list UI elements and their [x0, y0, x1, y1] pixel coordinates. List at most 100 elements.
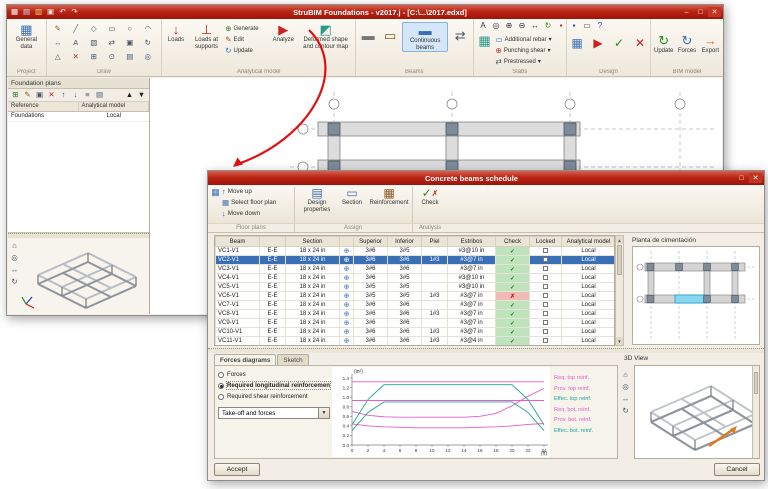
check-button[interactable]: ✓ ✗ Check — [416, 187, 444, 207]
sort-down-icon[interactable]: ▼ — [136, 90, 147, 101]
locked-checkbox[interactable] — [543, 248, 548, 253]
section-detail-icon[interactable]: ⊕ — [340, 283, 354, 292]
bim-forces-button[interactable]: ↻ Forces — [676, 33, 697, 55]
beam-row[interactable]: VC3-V1E-E18 x 24 in⊕3#63#6#3@7 in✓Local — [216, 265, 616, 274]
design-properties-button[interactable]: ▤ Design properties — [300, 187, 334, 213]
section-detail-icon[interactable]: ⊕ — [340, 265, 354, 274]
edit-plan-icon[interactable]: ✎ — [22, 90, 33, 101]
beams-col-header[interactable]: Analytical model — [562, 237, 616, 247]
snap-icon[interactable]: ⊙ — [106, 52, 117, 63]
window-tool-icon[interactable]: ▭ — [581, 21, 593, 32]
section-detail-icon[interactable]: ⊕ — [340, 247, 354, 256]
radio-required-longitudinal-reinforcement[interactable]: Required longitudinal reinforcement — [218, 380, 330, 391]
beams-col-header[interactable]: Section — [286, 237, 340, 247]
line-icon[interactable]: ╱ — [70, 24, 81, 35]
locked-checkbox[interactable] — [543, 293, 548, 298]
dialog-close-button[interactable]: ✕ — [749, 173, 762, 183]
move-icon[interactable]: ⇄ — [106, 38, 117, 49]
deformed-shape-button[interactable]: ◩ Deformed shape and contour map — [298, 22, 353, 50]
app-icon[interactable]: ▦ — [9, 7, 20, 18]
analyze-button[interactable]: ▶ Analyze — [271, 22, 297, 44]
beam-row[interactable]: VC11-V1E-E18 x 24 in⊕3#63#61#3#3@4 in✓Lo… — [216, 337, 616, 346]
red-pen-icon[interactable]: ▪ — [555, 21, 567, 32]
bim-update-button[interactable]: ↻ Update — [653, 33, 674, 55]
beam-row[interactable]: VC6-V1E-E18 x 24 in⊕3#53#51#3#3@7 in✗Loc… — [216, 292, 616, 301]
beams-col-header[interactable]: Superior — [354, 237, 388, 247]
section-detail-icon[interactable]: ⊕ — [340, 328, 354, 337]
beams-col-header[interactable] — [340, 237, 354, 247]
cancel-button[interactable]: Cancel — [714, 463, 760, 476]
erase-icon[interactable]: ✕ — [70, 52, 81, 63]
prestressed-button[interactable]: ⇄ Prestressed ▾ — [496, 57, 562, 66]
circle-icon[interactable]: ○ — [124, 24, 135, 35]
schedule-icon[interactable]: ▦ — [210, 187, 221, 198]
zoom-window-icon[interactable]: ◎ — [490, 21, 502, 32]
section-detail-icon[interactable]: ⊕ — [340, 292, 354, 301]
locked-checkbox[interactable] — [543, 320, 548, 325]
update-button[interactable]: ↻ Update — [225, 46, 268, 55]
edit-button[interactable]: ✎ Edit — [225, 35, 268, 44]
col-reference[interactable]: Reference — [8, 102, 79, 111]
beams-col-header[interactable]: Piel — [422, 237, 448, 247]
dialog-titlebar[interactable]: Concrete beams schedule □✕ — [208, 171, 764, 185]
redraw-icon[interactable]: ↻ — [542, 21, 554, 32]
locked-checkbox[interactable] — [543, 257, 548, 262]
section-detail-icon[interactable]: ⊕ — [340, 256, 354, 265]
dialog-maximize-button[interactable]: □ — [735, 173, 748, 183]
save-icon[interactable]: ▤ — [21, 7, 32, 18]
beam-row[interactable]: VC10-V1E-E18 x 24 in⊕3#63#61#3#3@7 in✓Lo… — [216, 328, 616, 337]
beam-row[interactable]: VC2-V1E-E18 x 24 in⊕3#63#61#3#3@7 in✓Loc… — [216, 256, 616, 265]
beams-col-header[interactable]: Inferior — [388, 237, 422, 247]
arc-icon[interactable]: ◠ — [142, 24, 153, 35]
hatch-icon[interactable]: ▧ — [88, 38, 99, 49]
pan-view-icon[interactable]: ↔ — [620, 393, 631, 404]
home-view-icon[interactable]: ⌂ — [620, 369, 631, 380]
views-icon[interactable]: ▤ — [94, 90, 105, 101]
beam-row[interactable]: VC9-V1E-E18 x 24 in⊕3#63#6#3@7 in✓Local — [216, 319, 616, 328]
col-analytical-model[interactable]: Analytical model — [79, 102, 150, 111]
rotate-icon[interactable]: ↻ — [142, 38, 153, 49]
section-button[interactable]: ▭ Section — [338, 187, 366, 207]
scroll-up-icon[interactable]: ▲ — [616, 236, 623, 244]
loads-at-supports-button[interactable]: ⊥ Loads at supports — [190, 22, 223, 50]
rectangle-icon[interactable]: ▭ — [106, 24, 117, 35]
pan-icon[interactable]: ↔ — [529, 21, 541, 32]
table-scrollbar[interactable]: ▲ ▼ — [615, 235, 624, 346]
scroll-down-icon[interactable]: ▼ — [616, 337, 623, 345]
loads-button[interactable]: ↓ Loads — [164, 22, 188, 44]
help-icon[interactable]: ? — [594, 21, 606, 32]
print-icon[interactable]: ▣ — [45, 7, 56, 18]
locked-checkbox[interactable] — [543, 329, 548, 334]
beam-row[interactable]: VC8-V1E-E18 x 24 in⊕3#63#61#3#3@7 in✓Loc… — [216, 310, 616, 319]
punching-shear-button[interactable]: ⊕ Punching shear ▾ — [496, 46, 562, 55]
polyline-icon[interactable]: ◇ — [88, 24, 99, 35]
text-icon[interactable]: A — [70, 38, 81, 49]
beams-col-header[interactable]: Locked — [530, 237, 562, 247]
add-plan-icon[interactable]: ⊞ — [10, 90, 21, 101]
radio-forces[interactable]: Forces — [218, 369, 330, 380]
copy-plan-icon[interactable]: ▣ — [34, 90, 45, 101]
beams-col-header[interactable]: Check — [496, 237, 530, 247]
view3d-viewport[interactable] — [634, 365, 760, 459]
view3d-scrollbar[interactable] — [752, 366, 759, 458]
close-button[interactable]: ✕ — [708, 7, 721, 17]
reinforcement-button[interactable]: ▦ Reinforcement — [368, 187, 410, 207]
zoom-out-icon[interactable]: ⊖ — [516, 21, 528, 32]
section-detail-icon[interactable]: ⊕ — [340, 319, 354, 328]
sort-up-icon[interactable]: ▲ — [124, 90, 135, 101]
slab-button[interactable]: ▦ — [476, 33, 494, 48]
mirror-icon[interactable]: △ — [52, 52, 63, 63]
layers-icon[interactable]: ▤ — [124, 52, 135, 63]
diagram-type-dropdown[interactable]: Take-off and forces ▼ — [218, 407, 330, 419]
design-slab-icon[interactable]: ▦ — [569, 35, 585, 51]
scrollbar-thumb[interactable] — [617, 245, 622, 275]
copy-icon[interactable]: ▣ — [124, 38, 135, 49]
undo-icon[interactable]: ↶ — [57, 7, 68, 18]
beam-button[interactable]: ▬ — [358, 22, 378, 43]
accept-button[interactable]: Accept — [214, 463, 260, 476]
pan-view-icon[interactable]: ↔ — [9, 264, 20, 275]
locked-checkbox[interactable] — [543, 275, 548, 280]
zoom-in-icon[interactable]: ⊕ — [503, 21, 515, 32]
beams-col-header[interactable] — [260, 237, 286, 247]
move-down-icon[interactable]: ↓ — [70, 90, 81, 101]
